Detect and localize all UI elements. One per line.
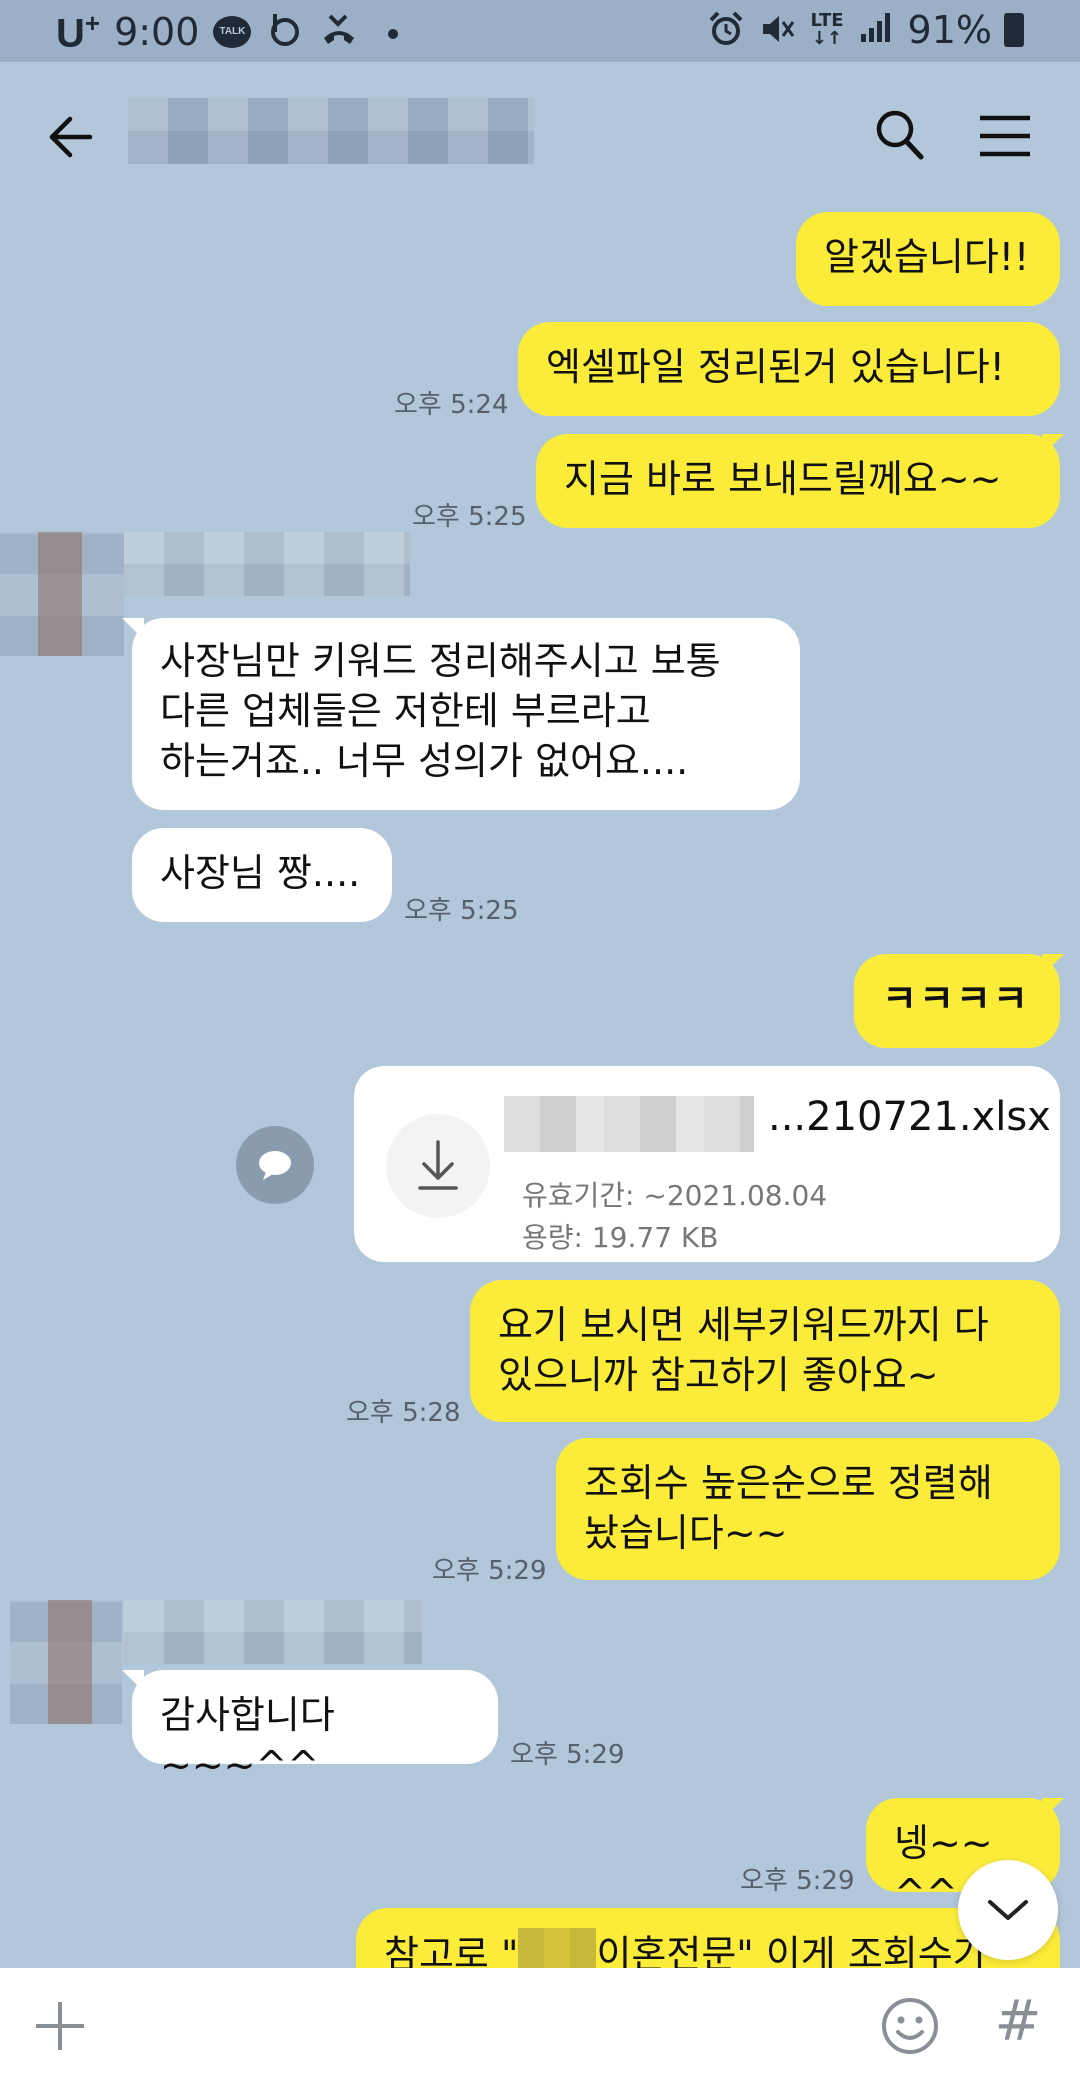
their-message-bubble[interactable]: 사장님 짱.... [132, 828, 392, 922]
dot-icon [373, 12, 413, 52]
battery-percent: 91% [907, 8, 992, 52]
my-message-bubble[interactable]: 요기 보시면 세부키워드까지 다 있으니까 참고하기 좋아요~ [470, 1280, 1060, 1422]
file-expiry: 유효기간: ~2021.08.04 [522, 1179, 828, 1212]
message-time: 오후 5:29 [510, 1740, 625, 1770]
sender-name-redacted [124, 1600, 422, 1664]
chevron-down-icon [988, 1900, 1028, 1920]
message-time: 오후 5:29 [432, 1556, 547, 1586]
message-time: 오후 5:28 [346, 1398, 461, 1428]
file-name: ...210721.xlsx [768, 1094, 1051, 1140]
their-message-bubble[interactable]: 사장님만 키워드 정리해주시고 보통 다른 업체들은 저한테 부르라고 하는거죠… [132, 618, 800, 810]
alarm-icon [706, 10, 746, 50]
status-time: 9:00 [114, 10, 200, 55]
sender-name-redacted [124, 532, 410, 596]
signal-icon [856, 10, 896, 50]
back-arrow-icon[interactable] [46, 112, 96, 162]
menu-icon[interactable] [978, 114, 1032, 158]
emoji-icon[interactable] [880, 1996, 940, 2056]
b-app-icon [265, 12, 305, 52]
battery-icon [1004, 13, 1024, 47]
status-bar: U+ 9:00 TALK LTE ↓↑ 91% [0, 0, 1080, 62]
their-message-bubble[interactable]: 감사합니다~~~^^ [132, 1670, 498, 1787]
my-message-bubble[interactable]: 조회수 높은순으로 정렬해 놨습니다~~ [556, 1438, 1060, 1580]
message-time: 오후 5:25 [412, 502, 527, 532]
file-name-redacted [504, 1096, 754, 1152]
avatar[interactable] [10, 1600, 122, 1724]
status-right: LTE ↓↑ 91% [706, 8, 1024, 52]
lte-icon: LTE ↓↑ [810, 10, 844, 49]
share-bubble-icon[interactable] [236, 1126, 314, 1204]
message-time: 오후 5:24 [394, 390, 509, 420]
search-icon[interactable] [874, 108, 924, 162]
talk-icon: TALK [213, 16, 252, 49]
file-message-card[interactable]: ...210721.xlsx 유효기간: ~2021.08.04 용량: 19.… [354, 1066, 1060, 1262]
download-icon[interactable] [386, 1114, 490, 1218]
my-message-bubble[interactable]: 지금 바로 보내드릴께요~~ [536, 434, 1060, 528]
message-time: 오후 5:25 [404, 896, 519, 926]
chat-title-redacted [128, 98, 534, 164]
my-message-bubble[interactable]: 알겠습니다!! [796, 212, 1060, 306]
carrier-label: U+ [56, 8, 101, 56]
scroll-to-bottom-button[interactable] [958, 1860, 1058, 1960]
my-message-bubble[interactable]: ㅋㅋㅋㅋ [854, 954, 1060, 1048]
missed-call-icon [319, 12, 359, 52]
message-time: 오후 5:29 [740, 1866, 855, 1896]
hash-icon[interactable]: # [988, 1992, 1048, 2052]
file-size: 용량: 19.77 KB [522, 1221, 719, 1254]
status-left: U+ 9:00 TALK [56, 8, 413, 56]
avatar[interactable] [0, 532, 124, 656]
mute-icon [758, 10, 798, 50]
plus-icon[interactable] [32, 1998, 88, 2054]
my-message-bubble[interactable]: 엑셀파일 정리된거 있습니다! [518, 322, 1060, 416]
